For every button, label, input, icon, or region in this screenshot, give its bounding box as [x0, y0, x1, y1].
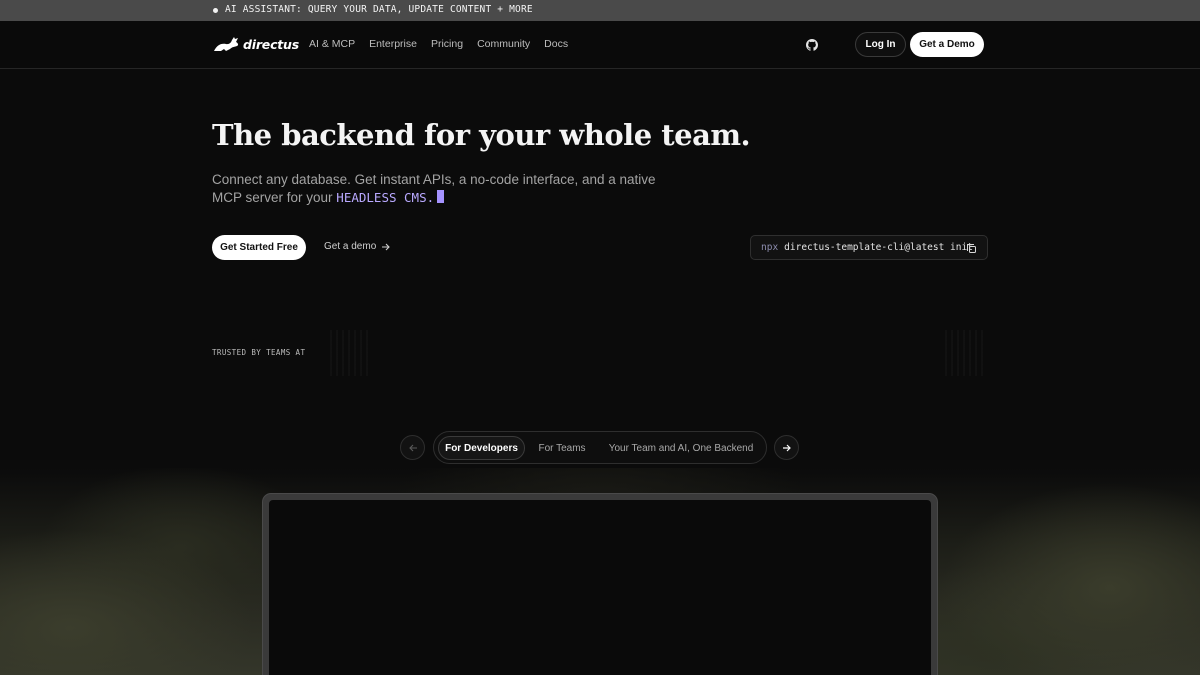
arrow-left-icon [408, 444, 417, 451]
nav-link-docs[interactable]: Docs [544, 38, 568, 50]
customer-logo-placeholder [945, 330, 985, 376]
main-nav: AI & MCP Enterprise Pricing Community Do… [309, 38, 568, 50]
tab-team-and-ai[interactable]: Your Team and AI, One Backend [600, 436, 762, 460]
nav-link-pricing[interactable]: Pricing [431, 38, 463, 50]
announcement-bar[interactable]: AI ASSISTANT: QUERY YOUR DATA, UPDATE CO… [0, 0, 1200, 21]
bullet-dot-icon [213, 8, 218, 13]
copy-icon[interactable] [966, 243, 977, 254]
prev-tab-button[interactable] [400, 435, 425, 460]
nav-link-enterprise[interactable]: Enterprise [369, 38, 417, 50]
get-a-demo-label: Get a demo [324, 241, 377, 252]
get-demo-button[interactable]: Get a Demo [910, 32, 984, 57]
hero-subtitle-highlight: HEADLESS CMS. [336, 189, 435, 205]
hero-subtitle: Connect any database. Get instant APIs, … [212, 171, 672, 206]
nav-link-community[interactable]: Community [477, 38, 530, 50]
rabbit-logo-icon [214, 37, 239, 51]
arrow-right-icon [382, 243, 391, 250]
nav-link-ai-mcp[interactable]: AI & MCP [309, 38, 355, 50]
get-started-button[interactable]: Get Started Free [212, 235, 306, 260]
hero-title: The backend for your whole team. [212, 118, 751, 152]
customer-logo-placeholder [330, 330, 370, 376]
typing-cursor [437, 189, 445, 203]
announcement-text[interactable]: AI ASSISTANT: QUERY YOUR DATA, UPDATE CO… [225, 4, 533, 15]
tab-for-teams[interactable]: For Teams [530, 436, 594, 460]
cli-prefix: npx [761, 242, 779, 253]
arrow-right-icon [782, 444, 791, 451]
brand-wordmark: directus [243, 36, 299, 52]
site-header: directus AI & MCP Enterprise Pricing Com… [0, 21, 1200, 69]
get-a-demo-link[interactable]: Get a demo [324, 241, 391, 252]
trusted-by-label: TRUSTED BY TEAMS AT [212, 348, 306, 357]
cli-command-box[interactable]: npx directus-template-cli@latest init [750, 235, 988, 260]
next-tab-button[interactable] [774, 435, 799, 460]
feature-tabs: For Developers For Teams Your Team and A… [433, 431, 767, 464]
brand-logo[interactable]: directus [212, 35, 299, 53]
cli-command: directus-template-cli@latest init [784, 242, 973, 253]
device-screen [269, 500, 931, 675]
tab-for-developers[interactable]: For Developers [438, 436, 525, 460]
github-icon[interactable] [806, 39, 818, 51]
login-button[interactable]: Log In [855, 32, 906, 57]
